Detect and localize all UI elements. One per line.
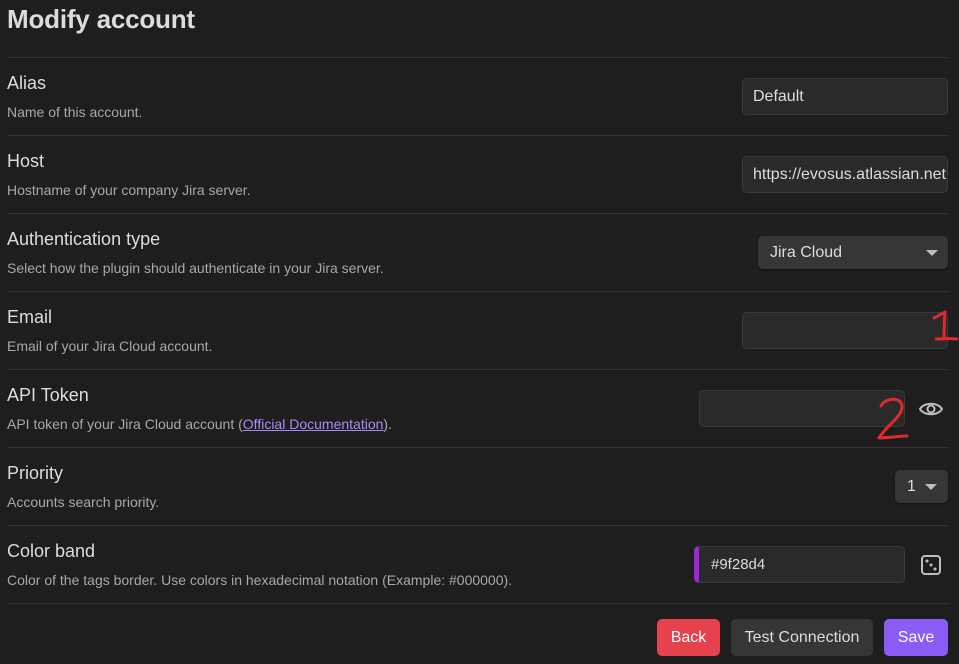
setting-name: Authentication type xyxy=(7,229,161,249)
setting-email: Email Email of your Jira Cloud account. xyxy=(0,292,959,370)
page-title: Modify account xyxy=(7,4,195,34)
setting-name: Alias xyxy=(7,73,47,93)
chevron-down-icon xyxy=(925,484,937,490)
setting-host: Host Hostname of your company Jira serve… xyxy=(0,136,959,214)
alias-input[interactable]: Default xyxy=(742,78,948,115)
chevron-down-icon xyxy=(926,250,938,256)
auth-type-value: Jira Cloud xyxy=(770,244,843,261)
setting-auth-type: Authentication type Select how the plugi… xyxy=(0,214,959,292)
setting-alias: Alias Name of this account. Default xyxy=(0,58,959,136)
setting-priority: Priority Accounts search priority. 1 xyxy=(0,448,959,526)
official-documentation-link[interactable]: Official Documentation xyxy=(243,416,384,432)
color-band-input[interactable]: #9f28d4 xyxy=(694,546,905,583)
back-button[interactable]: Back xyxy=(657,619,720,656)
eye-icon[interactable] xyxy=(918,396,944,422)
priority-value: 1 xyxy=(907,478,916,495)
dice-icon[interactable] xyxy=(918,552,944,578)
save-button[interactable]: Save xyxy=(884,619,948,656)
priority-dropdown[interactable]: 1 xyxy=(895,470,948,503)
setting-name: Email xyxy=(7,307,53,327)
description-text: ). xyxy=(383,416,392,432)
setting-color-band: Color band Color of the tags border. Use… xyxy=(0,526,959,604)
annotation-1 xyxy=(930,308,959,349)
setting-name: API Token xyxy=(7,385,89,405)
setting-name: Color band xyxy=(7,541,96,561)
setting-description: Name of this account. xyxy=(7,104,143,120)
email-input[interactable] xyxy=(742,312,948,349)
setting-description: Color of the tags border. Use colors in … xyxy=(7,572,513,588)
setting-api-token: API Token API token of your Jira Cloud a… xyxy=(0,370,959,448)
annotation-2 xyxy=(874,394,912,449)
setting-name: Host xyxy=(7,151,45,171)
modify-account-modal: Modify account Alias Name of this accoun… xyxy=(0,0,959,664)
divider xyxy=(7,603,947,604)
setting-name: Priority xyxy=(7,463,64,483)
setting-description: API token of your Jira Cloud account (Of… xyxy=(7,416,392,432)
host-input[interactable]: https://evosus.atlassian.net xyxy=(742,156,948,193)
auth-type-dropdown[interactable]: Jira Cloud xyxy=(758,236,948,269)
description-text: API token of your Jira Cloud account ( xyxy=(7,416,243,432)
setting-description: Select how the plugin should authenticat… xyxy=(7,260,384,276)
setting-description: Accounts search priority. xyxy=(7,494,160,510)
setting-description: Email of your Jira Cloud account. xyxy=(7,338,213,354)
setting-description: Hostname of your company Jira server. xyxy=(7,182,251,198)
test-connection-button[interactable]: Test Connection xyxy=(731,619,873,656)
